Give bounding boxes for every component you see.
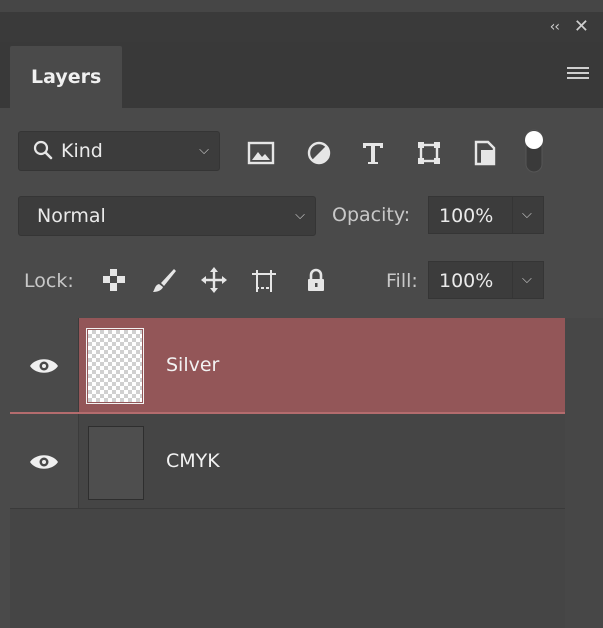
filter-kind-label: Kind [61,140,103,162]
fill-value: 100% [439,270,494,292]
layers-scrollbar[interactable] [565,318,603,628]
collapse-icon[interactable]: ‹‹ [550,19,560,35]
layer-name[interactable]: Silver [166,354,219,376]
filter-toggle-icon[interactable] [522,128,546,174]
shape-layer-filter-icon[interactable] [414,138,444,168]
lock-transparent-pixels-icon[interactable] [100,266,128,294]
chevron-down-icon: ⌵ [295,208,305,223]
lock-all-icon[interactable] [302,266,330,294]
layer-thumbnail[interactable] [88,426,144,500]
tab-layers[interactable]: Layers [10,46,122,108]
opacity-value: 100% [439,205,494,227]
fill-dropdown-button[interactable]: ⌵ [512,261,544,299]
chevron-down-icon: ⌵ [199,143,209,158]
tab-layers-label: Layers [31,66,102,88]
close-icon[interactable]: ✕ [574,16,589,37]
filter-kind-select[interactable]: Kind ⌵ [18,131,220,171]
chevron-down-icon: ⌵ [522,272,532,287]
fill-label: Fill: [386,270,418,292]
opacity-label: Opacity: [332,204,411,226]
eye-icon [30,455,58,469]
eye-icon [30,359,58,373]
lock-image-pixels-icon[interactable] [150,266,178,294]
search-icon [33,140,53,160]
layer-name[interactable]: CMYK [166,450,220,472]
layer-row-silver[interactable]: Silver [10,318,565,414]
pixel-layer-filter-icon[interactable] [246,138,276,168]
panel-menu-icon[interactable] [567,67,589,81]
chevron-down-icon: ⌵ [522,207,532,222]
type-layer-filter-icon[interactable] [358,138,388,168]
visibility-toggle[interactable] [10,414,79,508]
layer-thumbnail[interactable] [86,328,144,404]
layers-panel: Kind ⌵ Normal ⌵ Opacity: 100% ⌵ Lock: Fi… [10,108,603,628]
opacity-input[interactable]: 100% [428,196,514,234]
adjustment-layer-filter-icon[interactable] [304,138,334,168]
blend-mode-select[interactable]: Normal ⌵ [18,196,316,236]
fill-input[interactable]: 100% [428,261,514,299]
tab-bar: Layers [0,42,603,108]
blend-mode-label: Normal [37,205,106,227]
panel-header: ‹‹ ✕ [0,0,603,42]
visibility-toggle[interactable] [10,318,79,412]
lock-label: Lock: [24,270,74,292]
layers-list: Silver CMYK [10,318,565,628]
lock-artboard-icon[interactable] [250,266,278,294]
lock-position-icon[interactable] [200,266,228,294]
drag-strip[interactable] [0,0,603,12]
layer-row-cmyk[interactable]: CMYK [10,414,565,509]
opacity-dropdown-button[interactable]: ⌵ [512,196,544,234]
smart-object-filter-icon[interactable] [470,138,500,168]
